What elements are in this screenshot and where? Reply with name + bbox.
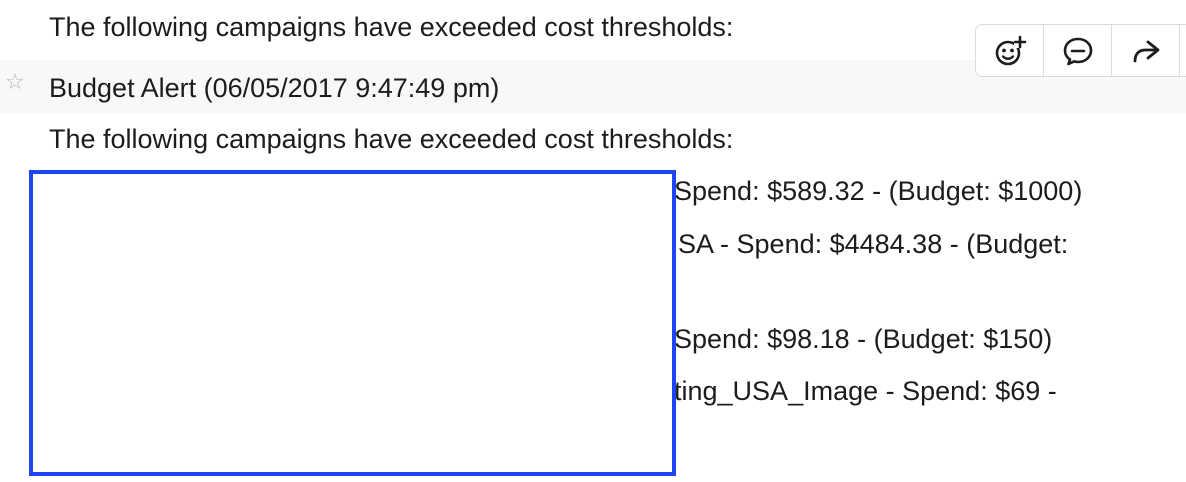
campaign-line-3: Spend: $98.18 - (Budget: $150) (674, 324, 1053, 354)
reply-thread-button[interactable] (1044, 25, 1112, 76)
share-forward-icon (1133, 40, 1159, 62)
star-icon[interactable]: ☆ (5, 72, 27, 94)
message-title: Budget Alert (06/05/2017 9:47:49 pm) (49, 73, 500, 103)
campaign-line-2: SA - Spend: $4484.38 - (Budget: (678, 229, 1069, 259)
reply-thread-icon (1063, 37, 1092, 65)
message-body-intro: The following campaigns have exceeded co… (49, 124, 734, 154)
add-reaction-icon (995, 35, 1026, 65)
campaign-line-1: Spend: $589.32 - (Budget: $1000) (674, 176, 1083, 206)
message-actions-toolbar (975, 24, 1186, 77)
redaction-box (29, 170, 676, 476)
share-message-button[interactable] (1112, 25, 1180, 76)
add-reaction-button[interactable] (976, 25, 1044, 76)
campaign-line-4: ting_USA_Image - Spend: $69 - (674, 376, 1057, 406)
previous-message-text: The following campaigns have exceeded co… (49, 12, 734, 42)
